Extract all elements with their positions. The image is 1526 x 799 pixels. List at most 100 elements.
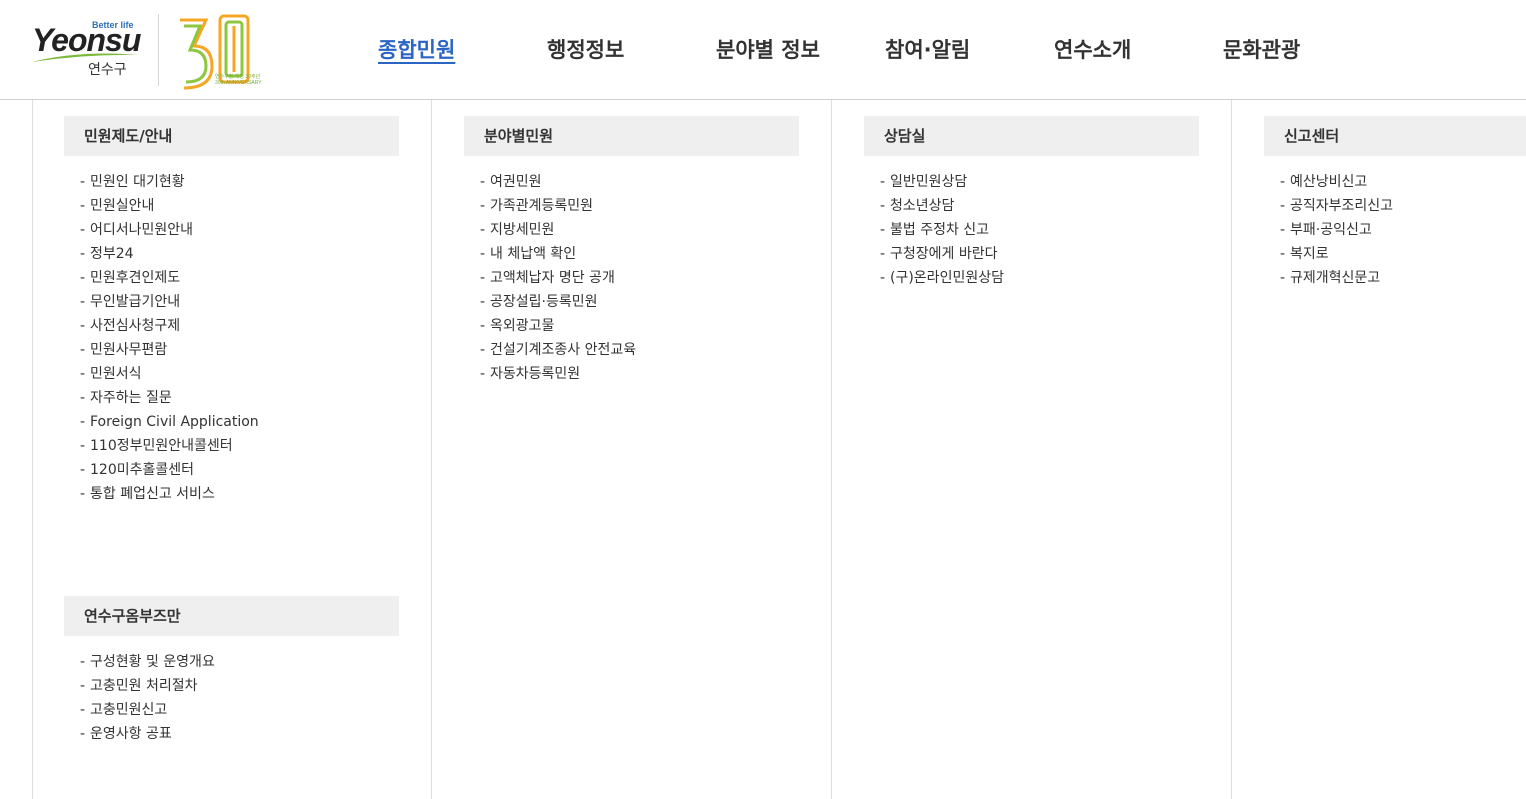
menu-item-link[interactable]: 운영사항 공표 [90,726,172,742]
menu-item[interactable]: - 공장설립·등록민원 [480,292,804,316]
nav-item-civil-service[interactable]: 종합민원 [378,34,455,64]
main-navigation: 종합민원 행정정보 분야별 정보 참여·알림 연수소개 문화관광 [340,34,1340,68]
menu-item[interactable]: - 공직자부조리신고 [1280,196,1526,220]
bullet-dash: - [480,246,486,262]
menu-item-link[interactable]: 공직자부조리신고 [1290,198,1393,214]
menu-item[interactable]: - 고액체납자 명단 공개 [480,268,804,292]
menu-item-link[interactable]: 120미추홀콜센터 [90,462,194,478]
menu-item[interactable]: - 일반민원상담 [880,172,1204,196]
menu-item[interactable]: - 자주하는 질문 [80,388,404,412]
menu-item[interactable]: - 민원사무편람 [80,340,404,364]
menu-item[interactable]: - 청소년상담 [880,196,1204,220]
menu-heading[interactable]: 상담실 [864,116,1199,156]
menu-item[interactable]: - 민원서식 [80,364,404,388]
menu-item-link[interactable]: 여권민원 [490,174,542,190]
column-divider [831,100,832,799]
menu-item-link[interactable]: 정부24 [90,246,134,262]
menu-item-link[interactable]: 민원사무편람 [90,342,167,358]
menu-item-link[interactable]: 청소년상담 [890,198,954,214]
menu-item-link[interactable]: 가족관계등록민원 [490,198,593,214]
menu-item-link[interactable]: 부패·공익신고 [1290,222,1372,238]
menu-item[interactable]: - 규제개혁신문고 [1280,268,1526,292]
menu-item-link[interactable]: 규제개혁신문고 [1290,270,1380,286]
menu-item[interactable]: - 무인발급기안내 [80,292,404,316]
menu-item[interactable]: - 옥외광고물 [480,316,804,340]
menu-heading[interactable]: 민원제도/안내 [64,116,399,156]
menu-item-link[interactable]: 사전심사청구제 [90,318,180,334]
menu-item[interactable]: - 가족관계등록민원 [480,196,804,220]
site-logo[interactable]: Better life Yeonsu 연수구 연수구청 개청 30주년 30th… [30,12,270,92]
menu-item-link[interactable]: 통합 폐업신고 서비스 [90,486,215,502]
menu-item[interactable]: - 운영사항 공표 [80,724,404,748]
menu-item-link[interactable]: 어디서나민원안내 [90,222,193,238]
menu-item[interactable]: - 지방세민원 [480,220,804,244]
menu-heading[interactable]: 연수구옴부즈만 [64,596,399,636]
menu-item-link[interactable]: 무인발급기안내 [90,294,180,310]
menu-item[interactable]: - 통합 폐업신고 서비스 [80,484,404,508]
menu-item-link[interactable]: 지방세민원 [490,222,554,238]
menu-item-link[interactable]: 건설기계조종사 안전교육 [490,342,636,358]
bullet-dash: - [80,486,86,502]
menu-item[interactable]: -110정부민원안내콜센터 [80,436,404,460]
menu-heading[interactable]: 분야별민원 [464,116,799,156]
menu-item-link[interactable]: 민원인 대기현황 [90,174,185,190]
menu-heading[interactable]: 신고센터 [1264,116,1526,156]
menu-item-link[interactable]: 내 체납액 확인 [490,246,576,262]
bullet-dash: - [80,174,86,190]
menu-list: - 구성현황 및 운영개요 - 고충민원 처리절차 - 고충민원신고 - 운영사항 공표 [64,652,404,748]
menu-item-link[interactable]: 구청장에게 바란다 [890,246,998,262]
bullet-dash: - [80,678,86,694]
menu-item-link[interactable]: 민원실안내 [90,198,154,214]
menu-item[interactable]: - 어디서나민원안내 [80,220,404,244]
menu-item[interactable]: - 건설기계조종사 안전교육 [480,340,804,364]
menu-item-link[interactable]: Foreign Civil Application [90,414,259,430]
nav-item-field-info[interactable]: 분야별 정보 [716,34,820,64]
menu-item-link[interactable]: 110정부민원안내콜센터 [90,438,233,454]
nav-item-about-yeonsu[interactable]: 연수소개 [1054,34,1131,64]
menu-item[interactable]: - 예산낭비신고 [1280,172,1526,196]
menu-item-link[interactable]: 고액체납자 명단 공개 [490,270,615,286]
menu-item-link[interactable]: 일반민원상담 [890,174,967,190]
menu-item[interactable]: - 고충민원신고 [80,700,404,724]
menu-item[interactable]: - Foreign Civil Application [80,412,404,436]
menu-item-link[interactable]: 자주하는 질문 [90,390,172,406]
menu-item[interactable]: - 구성현황 및 운영개요 [80,652,404,676]
menu-item[interactable]: - (구)온라인민원상담 [880,268,1204,292]
nav-item-admin-info[interactable]: 행정정보 [547,34,624,64]
menu-item[interactable]: - 부패·공익신고 [1280,220,1526,244]
bullet-dash: - [80,342,86,358]
menu-item[interactable]: - 구청장에게 바란다 [880,244,1204,268]
menu-item-link[interactable]: 민원후견인제도 [90,270,180,286]
menu-item[interactable]: -120미추홀콜센터 [80,460,404,484]
menu-item[interactable]: - 민원실안내 [80,196,404,220]
menu-item-link[interactable]: 민원서식 [90,366,142,382]
menu-item[interactable]: - 복지로 [1280,244,1526,268]
menu-item-link[interactable]: 구성현황 및 운영개요 [90,654,215,670]
bullet-dash: - [80,270,86,286]
bullet-dash: - [880,270,886,286]
nav-item-participation[interactable]: 참여·알림 [885,34,970,64]
bullet-dash: - [480,294,486,310]
menu-item-link[interactable]: 복지로 [1290,246,1329,262]
menu-item-link[interactable]: (구)온라인민원상담 [890,270,1004,286]
menu-item[interactable]: - 정부24 [80,244,404,268]
menu-item-link[interactable]: 자동차등록민원 [490,366,580,382]
menu-item-link[interactable]: 예산낭비신고 [1290,174,1367,190]
menu-item-link[interactable]: 옥외광고물 [490,318,554,334]
menu-item[interactable]: - 민원인 대기현황 [80,172,404,196]
menu-list: - 일반민원상담 - 청소년상담 - 불법 주정차 신고 - 구청장에게 바란다 - (구)온라인… [864,172,1204,292]
menu-item[interactable]: - 불법 주정차 신고 [880,220,1204,244]
menu-item[interactable]: - 여권민원 [480,172,804,196]
menu-item-link[interactable]: 불법 주정차 신고 [890,222,989,238]
column-divider [1231,100,1232,799]
nav-item-culture-tourism[interactable]: 문화관광 [1223,34,1300,64]
menu-item-link[interactable]: 고충민원 처리절차 [90,678,198,694]
menu-item-link[interactable]: 공장설립·등록민원 [490,294,598,310]
menu-item[interactable]: - 고충민원 처리절차 [80,676,404,700]
bullet-dash: - [480,198,486,214]
menu-item-link[interactable]: 고충민원신고 [90,702,167,718]
menu-item[interactable]: -내 체납액 확인 [480,244,804,268]
menu-item[interactable]: - 자동차등록민원 [480,364,804,388]
menu-item[interactable]: - 민원후견인제도 [80,268,404,292]
menu-item[interactable]: - 사전심사청구제 [80,316,404,340]
